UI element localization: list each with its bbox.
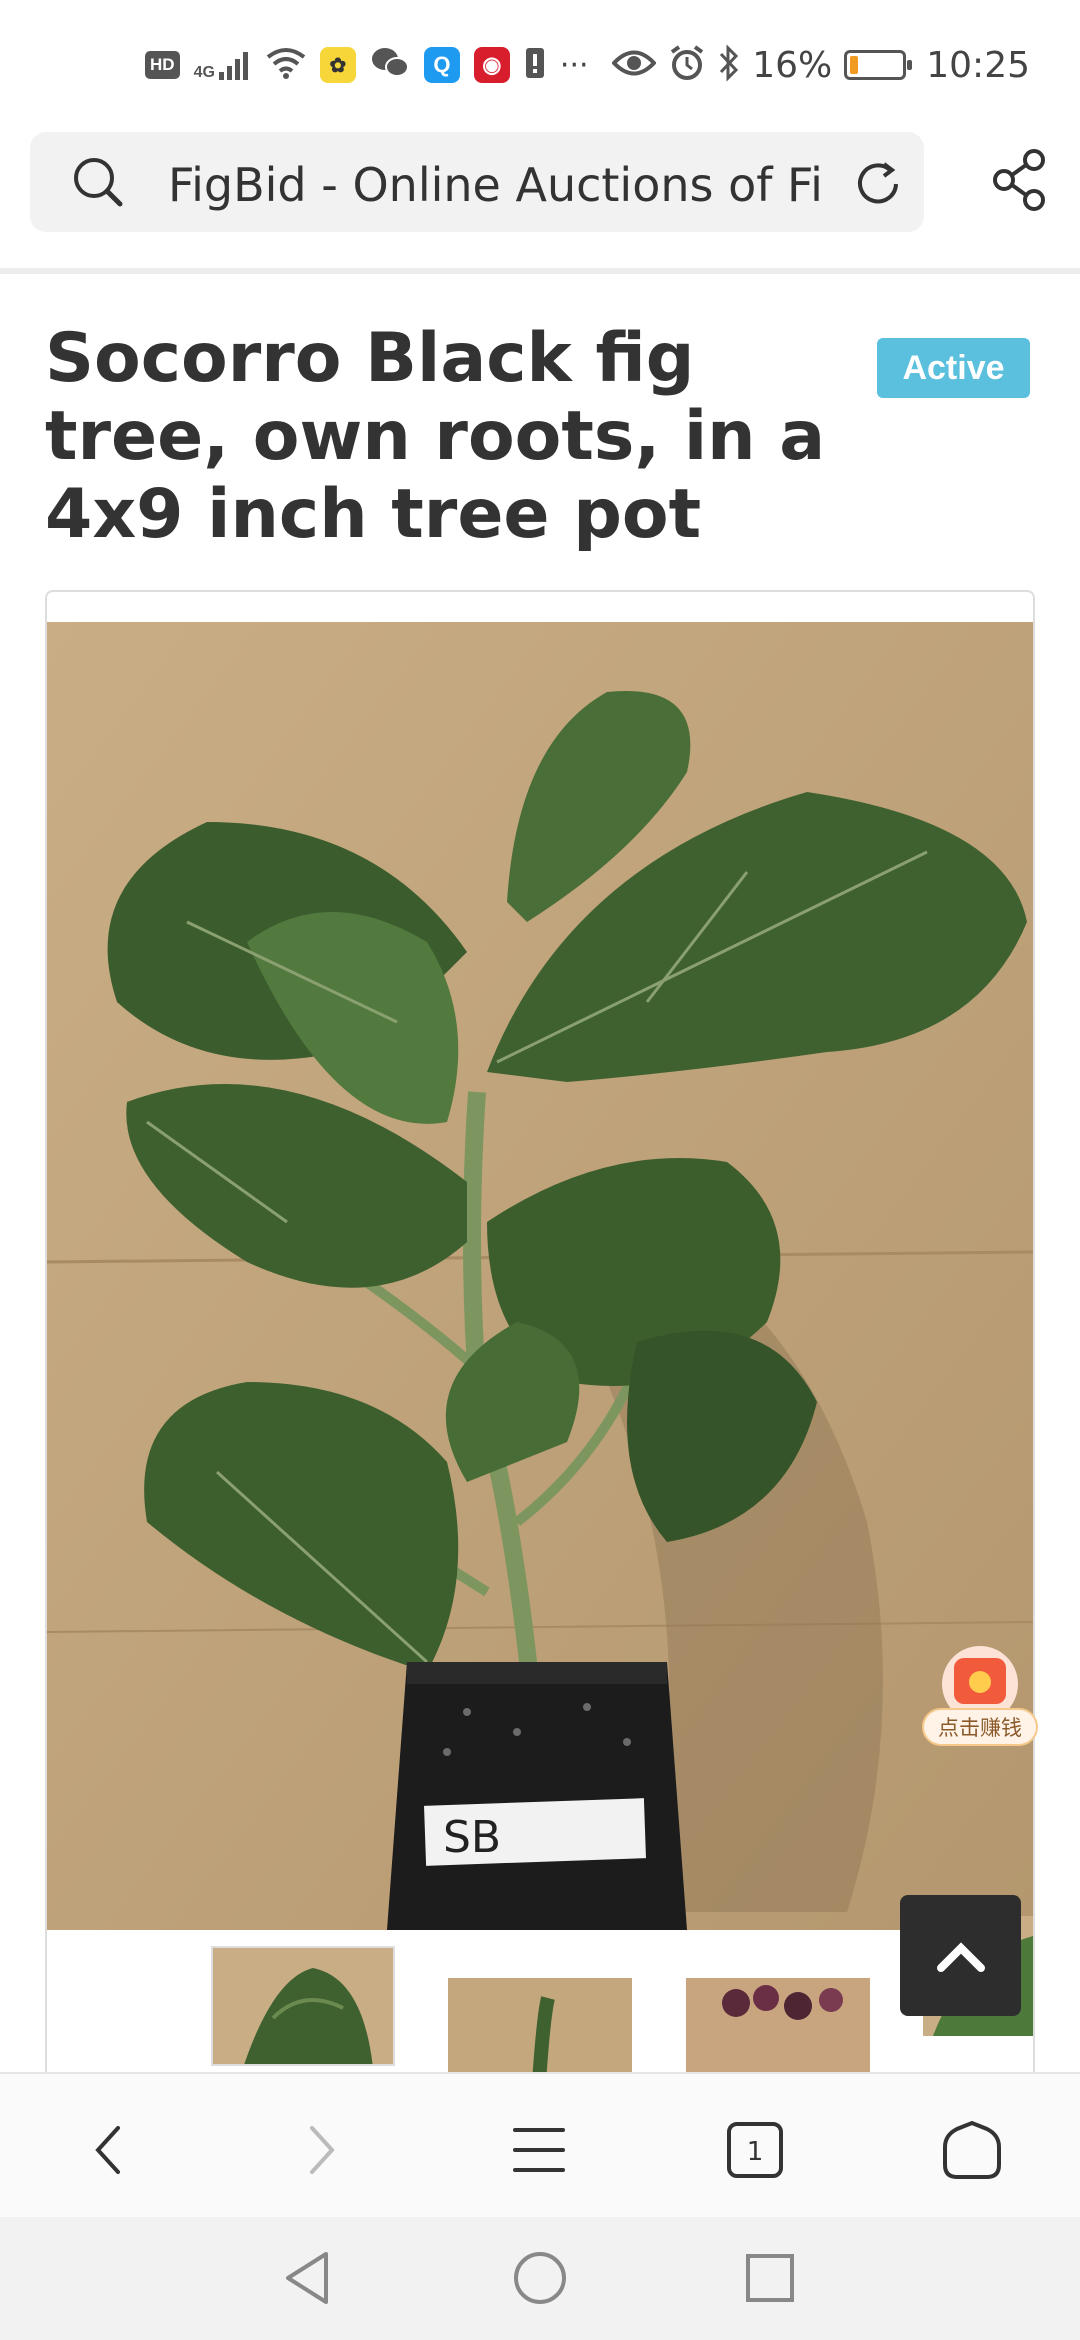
home-icon[interactable] [936, 2114, 1008, 2186]
weibo-icon: ◉ [473, 47, 510, 83]
reload-icon[interactable] [850, 156, 906, 217]
chevron-up-icon [936, 1941, 985, 1972]
thumbnail-1[interactable] [211, 1946, 395, 2066]
network-type: 4G [193, 64, 215, 81]
product-photo[interactable]: SB [47, 622, 1033, 1930]
circle-home-icon[interactable] [505, 2243, 575, 2313]
wechat-icon [370, 46, 410, 85]
battery-percent: 16% [752, 44, 833, 86]
phone-alert-icon [524, 46, 546, 85]
clock: 10:25 [926, 44, 1030, 86]
battery-icon [844, 50, 913, 80]
browser-bottom-nav: 1 [0, 2072, 1080, 2217]
browser-toolbar: FigBid - Online Auctions of Fi [0, 130, 1080, 260]
more-notifications: ··· [559, 47, 589, 83]
signal-icon: 4G [193, 50, 252, 81]
listing-title: Socorro Black fig tree, own roots, in a … [45, 319, 826, 554]
address-bar[interactable]: FigBid - Online Auctions of Fi [30, 132, 924, 232]
reward-label[interactable]: 点击赚钱 [922, 1708, 1038, 1746]
hd-badge: HD [145, 51, 180, 79]
battery-fill [850, 56, 859, 74]
menu-icon[interactable] [503, 2114, 575, 2186]
alarm-icon [668, 44, 706, 87]
forward-icon[interactable] [286, 2114, 358, 2186]
system-nav-bar [0, 2217, 1080, 2340]
tab-count: 1 [747, 2137, 764, 2167]
page-title-in-address-bar[interactable]: FigBid - Online Auctions of Fi [168, 158, 848, 212]
status-badge: Active [877, 338, 1030, 398]
app-rabbit-icon: ✿ [319, 47, 356, 83]
square-recents-icon[interactable] [735, 2243, 805, 2313]
wifi-icon [266, 47, 306, 84]
tabs-icon[interactable]: 1 [719, 2114, 791, 2186]
status-right-icons: 16% 10:25 [611, 42, 1030, 88]
pot-label: SB [443, 1812, 501, 1863]
triangle-back-icon[interactable] [273, 2243, 343, 2313]
status-left-icons: HD 4G ✿ Q ◉ ··· [145, 42, 589, 88]
share-icon[interactable] [990, 148, 1050, 217]
search-icon[interactable] [70, 154, 126, 215]
bluetooth-icon [718, 43, 740, 87]
back-icon[interactable] [72, 2114, 144, 2186]
status-bar: HD 4G ✿ Q ◉ ··· 16% 10:25 [0, 0, 1080, 130]
image-gallery: SB [45, 590, 1035, 2090]
eye-icon [611, 48, 657, 83]
app-q-icon: Q [423, 47, 460, 83]
toolbar-divider [0, 268, 1080, 274]
back-to-top-button[interactable] [900, 1895, 1021, 2016]
